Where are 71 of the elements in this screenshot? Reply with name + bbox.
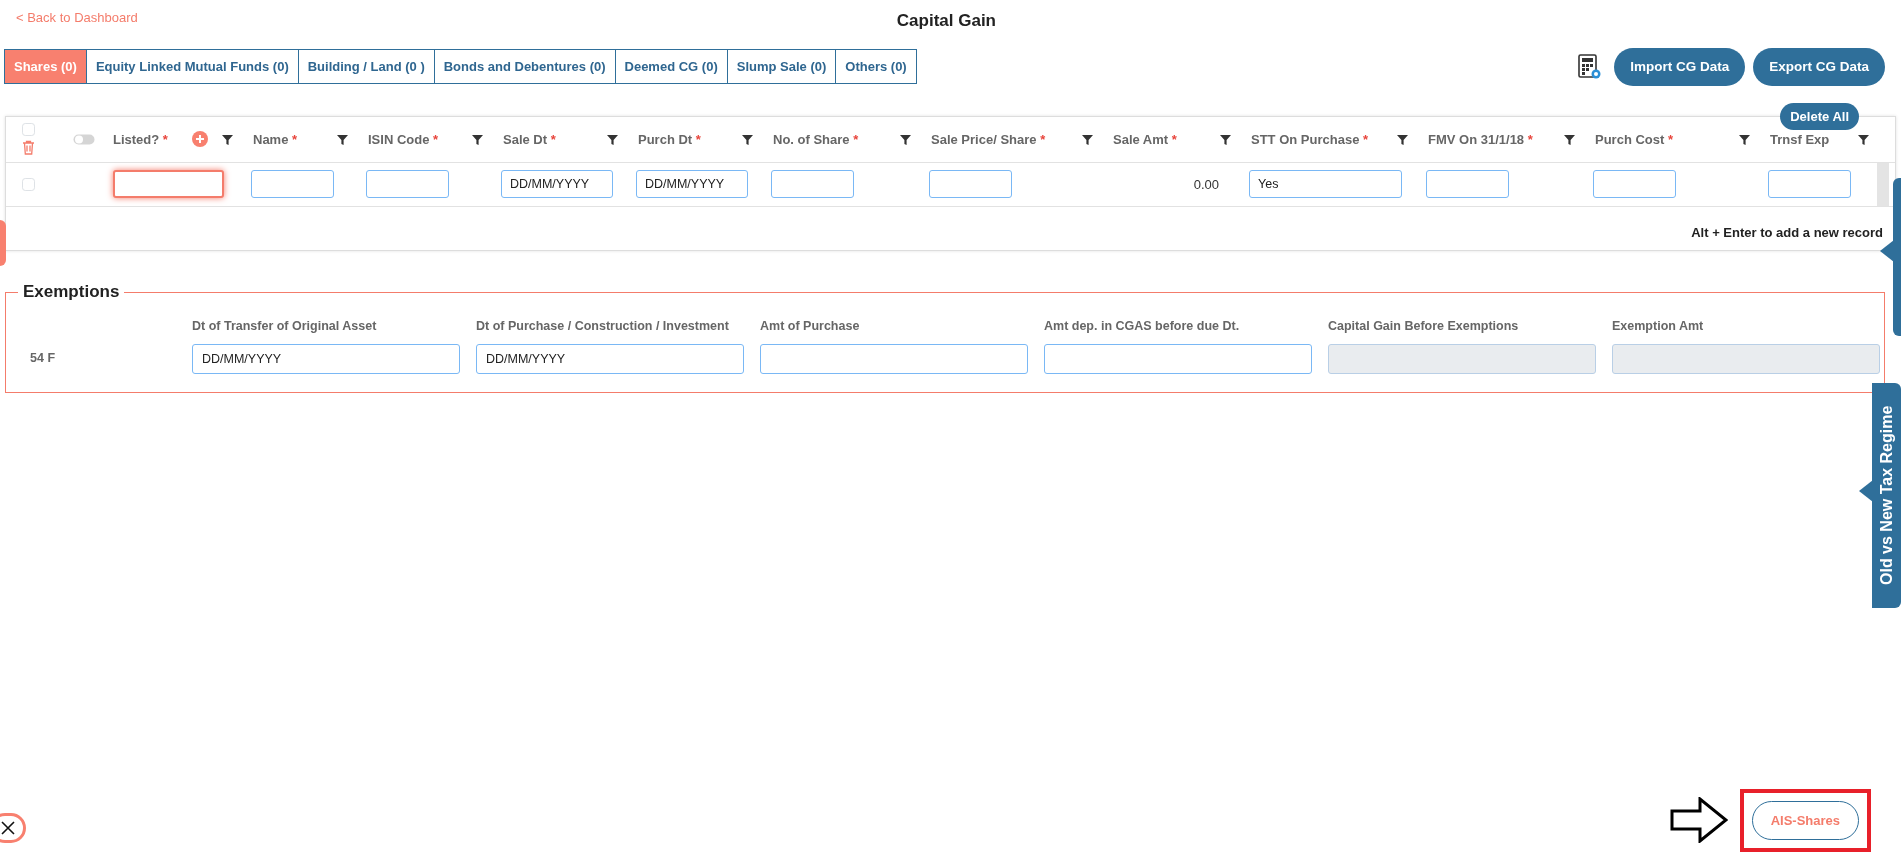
table-input[interactable] [1426, 170, 1509, 199]
plus-icon[interactable] [192, 131, 208, 148]
table-input[interactable] [929, 170, 1012, 199]
arrow-outline [1669, 797, 1728, 844]
input-field[interactable]: DD/MM/YYYY [192, 343, 460, 374]
toolbar-button[interactable]: Export CG Data [1753, 47, 1885, 86]
column-header: Sale Price/ Share * [931, 130, 1046, 149]
amount-text: 0.00 [1193, 175, 1219, 194]
table-input[interactable] [771, 170, 854, 199]
column-header: ISIN Code * [368, 130, 439, 149]
column-header: Name * [253, 130, 298, 149]
filter-icon[interactable] [222, 133, 233, 145]
table-input[interactable] [1768, 170, 1851, 199]
table-input[interactable]: DD/MM/YYYY [501, 170, 613, 199]
column-header: FMV On 31/1/18 * [1428, 130, 1533, 149]
column-header: Listed? * [113, 130, 168, 149]
filter-icon[interactable] [472, 133, 483, 145]
column-header: Purch Dt * [638, 130, 701, 149]
filter-icon[interactable] [742, 133, 753, 145]
category-tab[interactable]: Deemed CG (0) [615, 48, 728, 85]
filter-icon[interactable] [1397, 133, 1408, 145]
category-tab[interactable]: Equity Linked Mutual Funds (0) [86, 48, 299, 85]
column-header: Sale Dt * [503, 130, 556, 149]
field-label: Capital Gain Before Exemptions [1328, 317, 1520, 335]
filter-icon[interactable] [1564, 133, 1575, 145]
delete-all-button[interactable]: Delete All [1780, 102, 1859, 131]
column-header: Trnsf Exp [1770, 130, 1830, 149]
filter-icon[interactable] [1739, 133, 1750, 145]
calculator-icon[interactable] [1578, 53, 1603, 80]
category-tab[interactable]: Others (0) [836, 48, 917, 85]
column-header: Purch Cost * [1595, 130, 1674, 149]
table-input[interactable] [1593, 170, 1676, 199]
table-input[interactable] [366, 170, 449, 199]
input-field[interactable]: DD/MM/YYYY [476, 343, 744, 374]
table-input[interactable]: DD/MM/YYYY [636, 170, 748, 199]
table-input[interactable]: Yes [1249, 170, 1402, 199]
filter-icon[interactable] [900, 133, 911, 145]
hint-text: Alt + Enter to add a new record [1691, 223, 1883, 242]
field-label: Exemption Amt [1612, 317, 1705, 335]
row-label: 54 F [29, 350, 56, 368]
field-label: Dt of Transfer of Original Asset [192, 317, 378, 335]
filter-icon[interactable] [1082, 133, 1093, 145]
filter-icon[interactable] [607, 133, 618, 145]
table-input[interactable] [251, 170, 334, 199]
section-title: Exemptions [22, 281, 121, 304]
select-all-checkbox[interactable] [22, 123, 35, 137]
field-label: Amt dep. in CGAS before due Dt. [1044, 317, 1241, 335]
pointer-icon [1880, 240, 1894, 262]
field-label: Amt of Purchase [760, 317, 861, 335]
toolbar-button[interactable]: Import CG Data [1614, 47, 1746, 86]
filter-icon[interactable] [1220, 133, 1231, 145]
category-tab[interactable]: Bonds and Debentures (0) [434, 48, 616, 85]
filter-icon[interactable] [337, 133, 348, 145]
row-checkbox[interactable] [22, 177, 35, 191]
page-title: Capital Gain [896, 11, 996, 30]
input-field[interactable] [1044, 343, 1312, 374]
category-tab[interactable]: Slump Sale (0) [727, 48, 837, 85]
toggle-switch[interactable] [73, 133, 95, 145]
category-tab[interactable]: Building / Land (0 ) [298, 48, 435, 85]
column-header: No. of Share * [773, 130, 859, 149]
field-label: Dt of Purchase / Construction / Investment [476, 317, 730, 335]
table-input[interactable] [113, 170, 224, 199]
input-field[interactable] [760, 343, 1028, 374]
column-header: Sale Amt * [1113, 130, 1177, 149]
filter-icon[interactable] [1858, 133, 1869, 145]
scrollbar[interactable] [1877, 162, 1889, 206]
pointer-icon [1859, 480, 1873, 502]
close-icon [1, 821, 15, 835]
close-button[interactable] [0, 813, 26, 843]
trash-icon[interactable] [22, 140, 35, 156]
column-header: STT On Purchase * [1251, 130, 1369, 149]
